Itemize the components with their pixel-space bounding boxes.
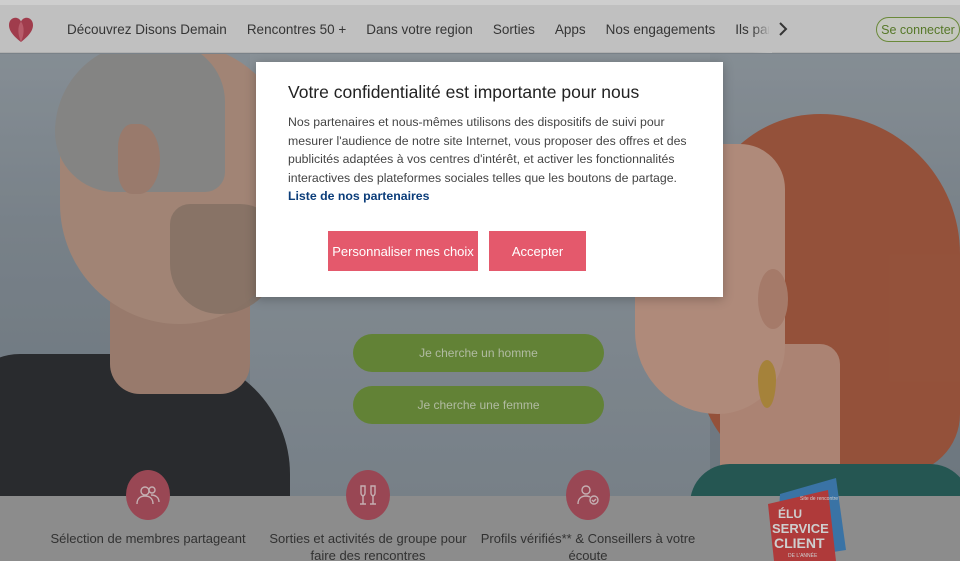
consent-text: Nos partenaires et nous-mêmes utilisons … (288, 115, 687, 185)
customize-choices-button[interactable]: Personnaliser mes choix (328, 231, 478, 271)
consent-title: Votre confidentialité est importante pou… (288, 82, 640, 102)
consent-dialog: Votre confidentialité est importante pou… (256, 62, 723, 297)
partners-list-link[interactable]: Liste de nos partenaires (288, 189, 429, 203)
consent-body: Nos partenaires et nous-mêmes utilisons … (288, 113, 698, 206)
accept-button[interactable]: Accepter (489, 231, 586, 271)
